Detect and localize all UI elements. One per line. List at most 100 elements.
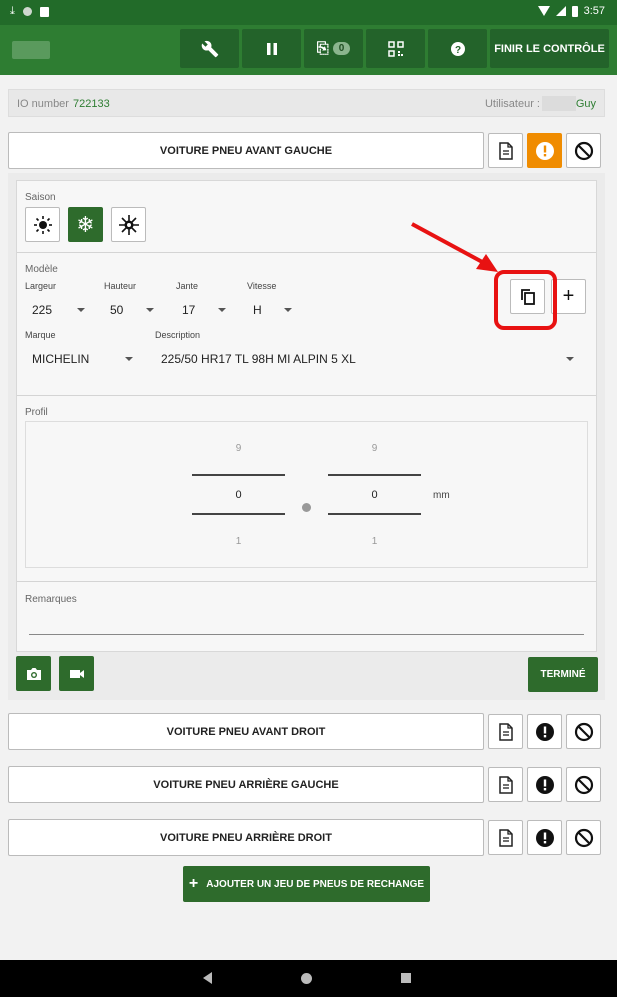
snowflake-icon: ❄ xyxy=(76,211,95,237)
sun-snow-icon xyxy=(118,214,139,235)
recents-icon[interactable] xyxy=(401,973,411,983)
tools-button[interactable] xyxy=(180,29,239,68)
model-title: Modèle xyxy=(25,264,58,275)
tire-rear-right-button[interactable]: VOITURE PNEU ARRIÈRE DROIT xyxy=(8,819,484,856)
height-label: Hauteur xyxy=(104,281,137,291)
season-all-season-button[interactable] xyxy=(111,207,146,242)
remarks-input[interactable] xyxy=(29,634,584,635)
block-icon xyxy=(574,722,593,741)
rim-select[interactable]: 17 xyxy=(176,300,226,320)
attachments-button[interactable]: ⎘ 0 xyxy=(304,29,363,68)
profile-right-top-line xyxy=(328,474,421,476)
rear-right-document-button[interactable] xyxy=(488,820,523,855)
front-right-document-button[interactable] xyxy=(488,714,523,749)
height-value: 50 xyxy=(110,303,124,317)
block-icon xyxy=(574,141,593,160)
tire-front-left-button[interactable]: VOITURE PNEU AVANT GAUCHE xyxy=(8,132,484,169)
highlight-box xyxy=(494,270,557,330)
pause-icon xyxy=(266,42,277,55)
caret-down-icon xyxy=(566,357,574,361)
front-left-document-button[interactable] xyxy=(488,133,523,168)
add-spare-label: AJOUTER UN JEU DE PNEUS DE RECHANGE xyxy=(206,878,425,890)
block-icon xyxy=(574,828,593,847)
speed-value: H xyxy=(253,303,262,317)
season-title: Saison xyxy=(25,192,56,203)
done-button[interactable]: TERMINÉ xyxy=(528,657,598,692)
paperclip-icon: ⎘ xyxy=(316,40,329,57)
front-right-skip-button[interactable] xyxy=(566,714,601,749)
width-label: Largeur xyxy=(25,281,57,291)
rear-left-warning-button[interactable] xyxy=(527,767,562,802)
io-number-value: 722133 xyxy=(73,98,110,110)
document-icon xyxy=(498,775,513,794)
rim-label: Jante xyxy=(176,281,199,291)
front-right-warning-button[interactable] xyxy=(527,714,562,749)
user-label: Utilisateur : xyxy=(484,98,540,110)
profile-title: Profil xyxy=(25,407,48,418)
wifi-icon xyxy=(537,6,550,16)
document-icon xyxy=(498,141,513,160)
rear-left-document-button[interactable] xyxy=(488,767,523,802)
pause-button[interactable] xyxy=(242,29,301,68)
width-value: 225 xyxy=(32,303,53,317)
height-select[interactable]: 50 xyxy=(104,300,154,320)
brand-value: MICHELIN xyxy=(32,352,90,366)
video-camera-icon xyxy=(69,669,84,678)
rear-left-skip-button[interactable] xyxy=(566,767,601,802)
help-button[interactable]: ? xyxy=(428,29,487,68)
qr-code-button[interactable] xyxy=(366,29,425,68)
app-bar: ⎘ 0 ? FINIR LE CONTRÔLE xyxy=(0,25,617,75)
document-icon xyxy=(498,722,513,741)
front-left-warning-button[interactable] xyxy=(527,133,562,168)
tire-rear-left-button[interactable]: VOITURE PNEU ARRIÈRE GAUCHE xyxy=(8,766,484,803)
description-value: 225/50 HR17 TL 98H MI ALPIN 5 XL xyxy=(161,352,356,366)
rear-right-warning-button[interactable] xyxy=(527,820,562,855)
video-button[interactable] xyxy=(59,656,94,691)
io-number-label: IO number xyxy=(17,98,69,110)
signal-icon xyxy=(555,6,566,16)
caret-down-icon xyxy=(146,308,154,312)
info-bar: IO number 722133 Utilisateur : Guy xyxy=(8,89,605,117)
brand-label: Marque xyxy=(25,330,56,340)
tire-front-right-button[interactable]: VOITURE PNEU AVANT DROIT xyxy=(8,713,484,750)
svg-text:?: ? xyxy=(454,45,460,56)
profile-right-max: 9 xyxy=(371,443,378,454)
speed-select[interactable]: H xyxy=(247,300,292,320)
season-summer-button[interactable] xyxy=(25,207,60,242)
rear-right-skip-button[interactable] xyxy=(566,820,601,855)
divider xyxy=(17,252,596,253)
photo-button[interactable] xyxy=(16,656,51,691)
brand-select[interactable]: MICHELIN xyxy=(25,349,133,369)
profile-left-min: 1 xyxy=(235,536,242,547)
profile-separator-dot xyxy=(302,503,311,512)
season-winter-button[interactable]: ❄ xyxy=(68,207,103,242)
profile-right-input[interactable]: 0 xyxy=(328,489,421,501)
sync-icon xyxy=(22,7,32,16)
add-spare-set-button[interactable]: + AJOUTER UN JEU DE PNEUS DE RECHANGE xyxy=(183,866,430,902)
finish-inspection-button[interactable]: FINIR LE CONTRÔLE xyxy=(490,29,609,68)
profile-unit: mm xyxy=(433,490,450,501)
profile-right-min: 1 xyxy=(371,536,378,547)
profile-left-input[interactable]: 0 xyxy=(192,489,285,501)
caret-down-icon xyxy=(284,308,292,312)
width-select[interactable]: 225 xyxy=(25,300,85,320)
sd-card-icon xyxy=(39,6,49,17)
sun-icon xyxy=(33,215,52,234)
system-nav-bar xyxy=(0,960,617,997)
battery-icon xyxy=(571,5,578,17)
user-avatar-placeholder xyxy=(542,96,576,111)
caret-down-icon xyxy=(125,357,133,361)
plus-icon: + xyxy=(562,285,575,307)
app-logo xyxy=(12,41,50,59)
block-icon xyxy=(574,775,593,794)
back-icon[interactable] xyxy=(203,972,212,984)
description-select[interactable]: 225/50 HR17 TL 98H MI ALPIN 5 XL xyxy=(155,349,574,369)
home-icon[interactable] xyxy=(301,973,312,984)
alert-icon xyxy=(535,141,554,160)
speed-label: Vitesse xyxy=(247,281,277,291)
clock: 3:57 xyxy=(583,5,605,17)
profile-measure-box xyxy=(25,421,588,568)
front-left-skip-button[interactable] xyxy=(566,133,601,168)
alert-icon xyxy=(535,722,554,741)
alert-icon xyxy=(535,828,554,847)
